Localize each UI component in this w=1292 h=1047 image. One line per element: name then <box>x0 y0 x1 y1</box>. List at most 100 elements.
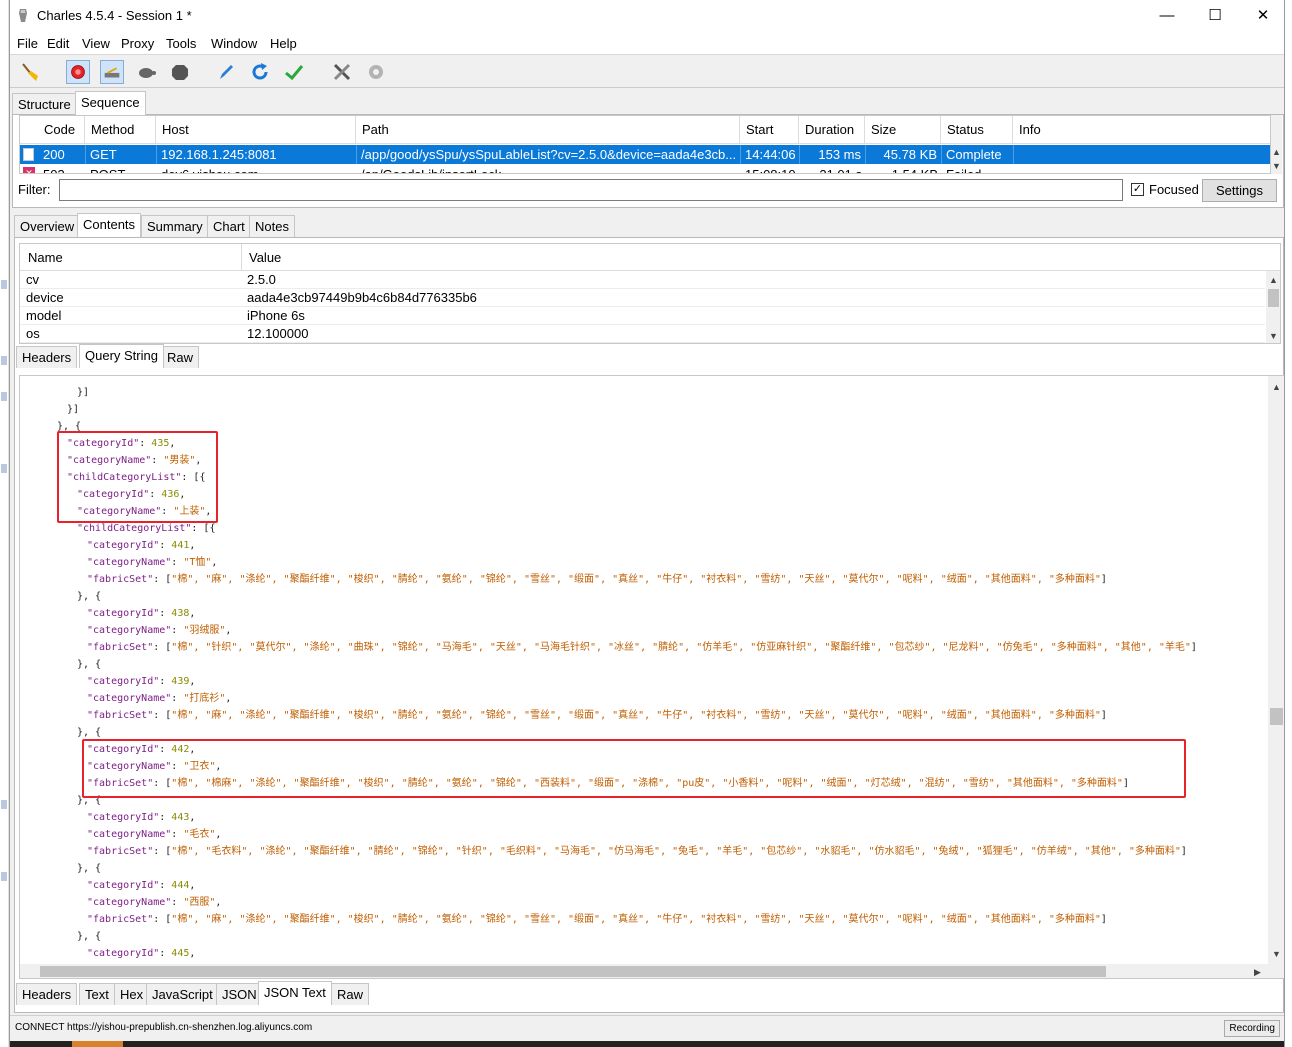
scroll-thumb[interactable] <box>1270 708 1283 725</box>
json-token: }, { <box>77 795 102 806</box>
json-token: : [{ <box>191 523 216 534</box>
filter-label: Filter: <box>18 182 51 197</box>
query-scrollbar[interactable]: ▲ ▼ <box>1266 271 1280 343</box>
throttle-icon[interactable] <box>100 60 124 84</box>
json-code-line: "categoryName": "打底衫", <box>87 690 231 707</box>
strip-mark <box>1 356 7 365</box>
json-token: : <box>139 438 152 449</box>
menu-window[interactable]: Window <box>211 36 257 51</box>
recording-indicator[interactable]: Recording <box>1224 1020 1280 1037</box>
scroll-thumb[interactable] <box>1268 289 1279 307</box>
json-token: "categoryId" <box>87 948 160 959</box>
menu-tools[interactable]: Tools <box>166 36 196 51</box>
json-token: }] <box>67 404 80 415</box>
tab-structure[interactable]: Structure <box>12 93 77 115</box>
scroll-right-arrow[interactable]: ▶ <box>1254 967 1261 977</box>
sequence-scrollbar[interactable]: ▲ ▼ <box>1271 115 1282 174</box>
tab-summary[interactable]: Summary <box>141 215 209 237</box>
record-icon[interactable] <box>66 60 90 84</box>
filter-input[interactable] <box>59 179 1123 201</box>
menu-view[interactable]: View <box>82 36 110 51</box>
column-info[interactable]: Info <box>1014 116 1270 144</box>
json-text-view[interactable]: }]}]}, {"categoryId": 435, "categoryName"… <box>19 375 1284 979</box>
scroll-down-arrow[interactable]: ▼ <box>1272 161 1281 171</box>
refresh-icon[interactable] <box>248 60 272 84</box>
column-status[interactable]: Status <box>942 116 1013 144</box>
stop-icon[interactable] <box>168 60 192 84</box>
json-token: "categoryName" <box>87 625 172 636</box>
tab-response-raw[interactable]: Raw <box>331 983 370 1005</box>
json-code-lines: }]}]}, {"categoryId": 435, "categoryName"… <box>20 376 1268 964</box>
table-row[interactable]: cv 2.5.0 <box>20 271 1265 289</box>
scroll-up-arrow[interactable]: ▲ <box>1272 147 1281 157</box>
column-start[interactable]: Start <box>741 116 799 144</box>
pen-icon[interactable] <box>214 60 238 84</box>
json-token: 439 <box>171 676 190 687</box>
json-code-line: "fabricSet": ["棉", "毛衣料", "涤纶", "聚酯纤维", … <box>87 843 1187 860</box>
tab-request-raw[interactable]: Raw <box>161 346 200 368</box>
menu-edit[interactable]: Edit <box>47 36 69 51</box>
json-code-line: "categoryId": 442, <box>87 741 195 758</box>
column-host[interactable]: Host <box>157 116 356 144</box>
column-path[interactable]: Path <box>357 116 740 144</box>
table-row[interactable]: os 12.100000 <box>20 325 1265 343</box>
json-vertical-scrollbar[interactable]: ▲ ▼ <box>1268 376 1284 964</box>
scroll-down-arrow[interactable]: ▼ <box>1272 949 1281 959</box>
column-method[interactable]: Method <box>86 116 156 144</box>
table-row[interactable]: device aada4e3cb97449b9b4c6b84d776335b6 <box>20 289 1265 307</box>
column-size[interactable]: Size <box>866 116 941 144</box>
broom-icon[interactable] <box>18 60 42 84</box>
gear-icon[interactable] <box>364 60 388 84</box>
json-horizontal-scrollbar[interactable]: ▶ <box>20 964 1284 978</box>
scroll-up-arrow[interactable]: ▲ <box>1272 382 1281 392</box>
tab-contents[interactable]: Contents <box>77 213 142 237</box>
scroll-up-arrow[interactable]: ▲ <box>1269 275 1278 285</box>
scroll-down-arrow[interactable]: ▼ <box>1269 331 1278 341</box>
tab-chart[interactable]: Chart <box>207 215 251 237</box>
settings-button[interactable]: Settings <box>1202 179 1277 202</box>
json-token: , <box>211 557 218 568</box>
column-duration[interactable]: Duration <box>800 116 865 144</box>
minimize-button[interactable]: — <box>1144 0 1190 31</box>
close-button[interactable]: ✕ <box>1240 0 1284 31</box>
turtle-icon[interactable] <box>134 60 158 84</box>
menu-bar: File Edit View Proxy Tools Window Help <box>10 31 1284 55</box>
json-code-line: "categoryName": "T恤", <box>87 554 217 571</box>
focused-label: Focused <box>1149 182 1199 197</box>
scroll-thumb[interactable] <box>40 966 1106 977</box>
column-name[interactable]: Name <box>20 244 242 271</box>
focused-checkbox[interactable]: ✓ <box>1131 183 1144 196</box>
menu-file[interactable]: File <box>17 36 38 51</box>
column-value[interactable]: Value <box>243 244 281 271</box>
tab-text[interactable]: Text <box>79 983 115 1005</box>
json-token: : <box>151 455 164 466</box>
tab-overview[interactable]: Overview <box>14 215 81 237</box>
json-token: "fabricSet" <box>87 574 154 585</box>
json-token: : <box>159 540 172 551</box>
check-icon[interactable] <box>282 60 306 84</box>
json-token: "childCategoryList" <box>77 523 192 534</box>
param-name: device <box>26 290 64 305</box>
json-token: ] <box>1190 642 1197 653</box>
maximize-button[interactable]: ☐ <box>1192 0 1238 31</box>
tab-json-text[interactable]: JSON Text <box>258 981 332 1005</box>
menu-proxy[interactable]: Proxy <box>121 36 154 51</box>
menu-help[interactable]: Help <box>270 36 297 51</box>
json-code-line: "fabricSet": ["棉", "棉麻", "涤纶", "聚酯纤维", "… <box>87 775 1129 792</box>
row-method: POST <box>86 165 157 173</box>
json-code-line: }, { <box>77 656 101 673</box>
column-code[interactable]: Code <box>39 116 85 144</box>
tab-sequence[interactable]: Sequence <box>75 91 146 115</box>
table-row[interactable]: 200 GET 192.168.1.245:8081 /app/good/ysS… <box>20 145 1270 164</box>
tab-query-string[interactable]: Query String <box>79 344 164 368</box>
tab-request-headers[interactable]: Headers <box>16 346 78 368</box>
tab-response-headers[interactable]: Headers <box>16 983 78 1005</box>
json-token: "打底衫" <box>183 693 226 704</box>
tab-notes[interactable]: Notes <box>249 215 295 237</box>
tools-icon[interactable] <box>330 60 354 84</box>
table-row[interactable]: ✕ 503 POST dev6.yishou.com /ap/GoodsLib/… <box>20 165 1270 173</box>
table-row[interactable]: model iPhone 6s <box>20 307 1265 325</box>
tab-json[interactable]: JSON <box>216 983 263 1005</box>
tab-javascript[interactable]: JavaScript <box>146 983 219 1005</box>
tab-hex[interactable]: Hex <box>114 983 150 1005</box>
